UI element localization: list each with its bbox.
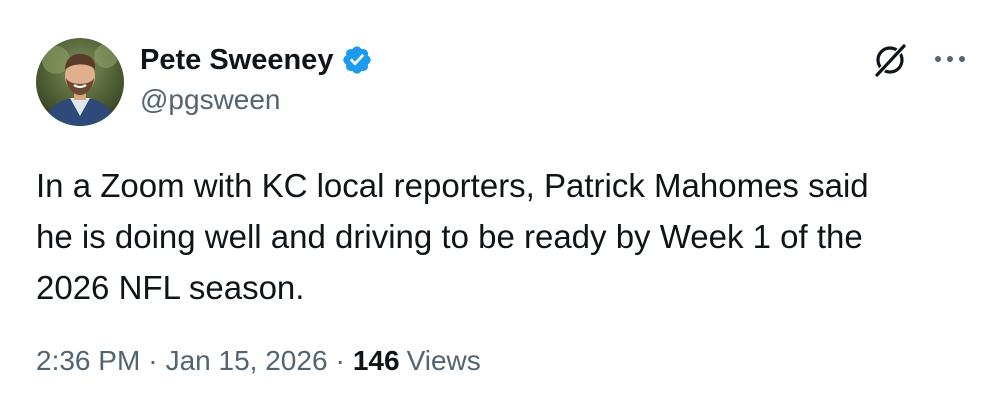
author-handle[interactable]: @pgsween [140, 84, 373, 116]
more-options-button[interactable] [928, 42, 972, 78]
author-block: Pete Sweeney @pgsween [140, 40, 373, 116]
meta-separator: · [148, 345, 158, 376]
meta-separator: · [335, 345, 345, 376]
avatar-image [36, 38, 124, 126]
more-options-icon [932, 51, 968, 69]
grok-icon [871, 41, 909, 84]
tweet-text: In a Zoom with KC local reporters, Patri… [36, 167, 869, 306]
views-count[interactable]: 146 [353, 345, 400, 377]
tweet-date[interactable]: Jan 15, 2026 [166, 345, 328, 377]
author-name-row: Pete Sweeney [140, 40, 373, 80]
tweet-time[interactable]: 2:36 PM [36, 345, 140, 377]
author-display-name[interactable]: Pete Sweeney [140, 44, 333, 77]
grok-button[interactable] [868, 40, 912, 84]
verified-badge-icon[interactable] [341, 44, 373, 76]
tweet-meta: 2:36 PM · Jan 15, 2026 · 146 Views [36, 345, 481, 377]
views-label[interactable]: Views [407, 345, 481, 377]
avatar[interactable] [36, 38, 124, 126]
tweet-card: Pete Sweeney @pgsween In a Zoom with KC … [0, 0, 1008, 411]
